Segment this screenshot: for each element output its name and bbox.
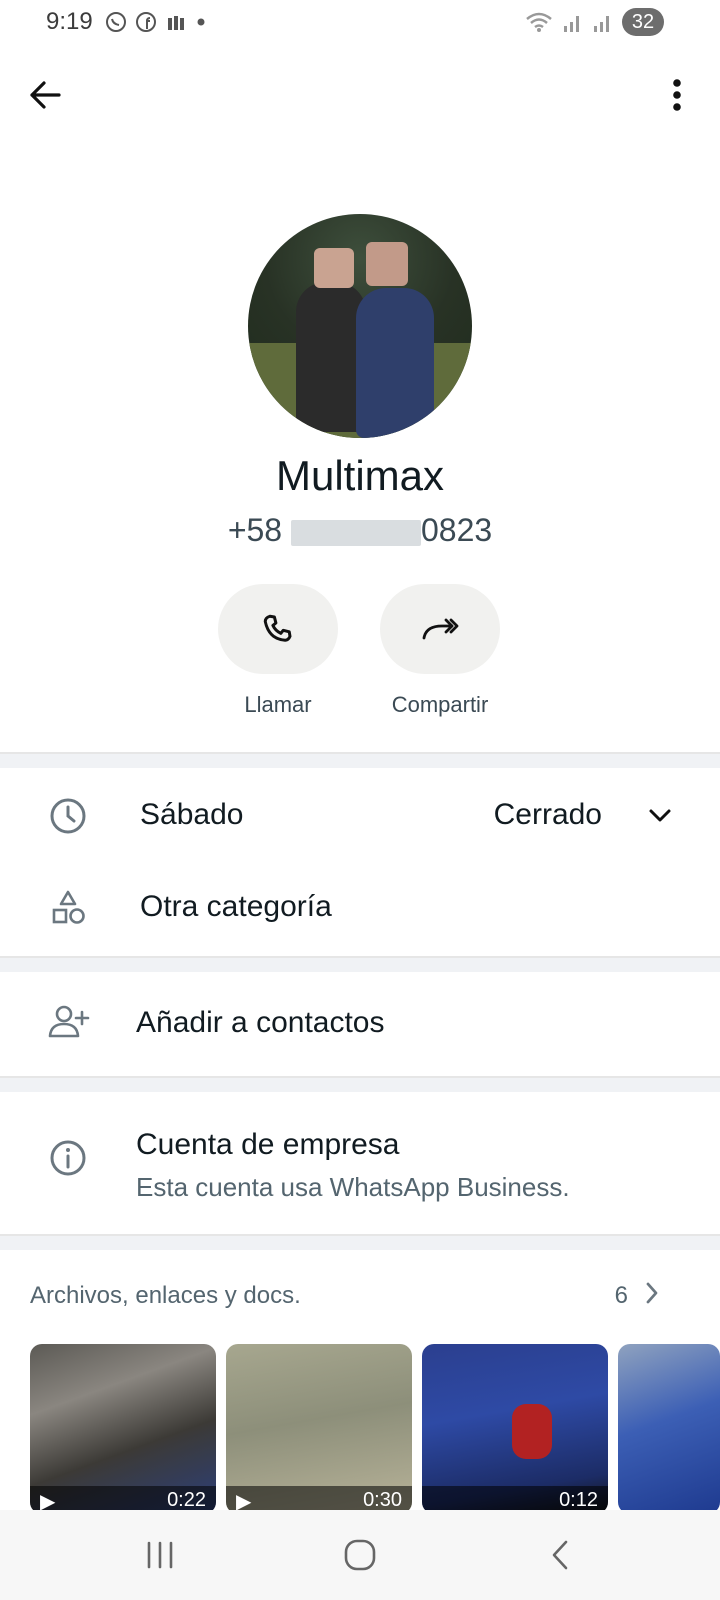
media-thumbnail[interactable]: ▶ 0:22: [30, 1344, 216, 1514]
call-action[interactable]: Llamar: [218, 584, 338, 718]
blurred-face: [366, 242, 408, 286]
add-contact-label: Añadir a contactos: [136, 1006, 385, 1039]
blurred-face: [314, 248, 354, 288]
section-divider: [0, 956, 720, 972]
section-divider: [0, 1076, 720, 1092]
hours-day: Sábado: [140, 798, 244, 831]
signal-icon: [594, 16, 609, 32]
phone-suffix: 0823: [420, 512, 493, 548]
phone-prefix: +58: [227, 512, 283, 548]
phone-redacted: [290, 519, 421, 546]
system-navigation-bar: [0, 1510, 720, 1600]
chevron-right-icon[interactable]: [638, 1278, 666, 1308]
signal-icon: [564, 16, 579, 32]
back-button[interactable]: [22, 72, 68, 118]
share-button[interactable]: [380, 584, 500, 674]
notification-icons: [104, 10, 208, 34]
profile-photo[interactable]: [248, 214, 472, 438]
section-divider: [0, 752, 720, 768]
home-icon[interactable]: [330, 1532, 390, 1578]
recent-apps-icon[interactable]: [130, 1532, 190, 1578]
shapes-icon: [46, 886, 90, 930]
forward-icon: [422, 618, 459, 640]
media-thumbnail[interactable]: [618, 1344, 720, 1514]
share-label: Compartir: [391, 692, 489, 717]
status-time: 9:19: [46, 8, 93, 35]
business-account-subtitle: Esta cuenta usa WhatsApp Business.: [136, 1172, 570, 1202]
business-account-title: Cuenta de empresa: [136, 1128, 400, 1161]
more-vertical-icon: [673, 79, 681, 111]
app-bar: [0, 60, 720, 130]
info-icon: [46, 1136, 90, 1180]
contact-name: Multimax: [275, 452, 445, 499]
section-divider: [0, 1234, 720, 1250]
more-options-button[interactable]: [662, 72, 692, 118]
category-row: Otra categoría: [0, 866, 720, 948]
system-icons: 32: [524, 8, 664, 36]
photo-person: [356, 288, 434, 438]
arrow-left-icon: [30, 81, 61, 109]
hours-status: Cerrado: [493, 798, 602, 831]
dot-icon: [197, 18, 205, 26]
business-hours-row[interactable]: Sábado Cerrado: [0, 772, 720, 860]
media-thumbnail[interactable]: 0:12: [422, 1344, 608, 1514]
car-taillight: [512, 1404, 552, 1459]
nav-back-icon[interactable]: [530, 1532, 590, 1578]
tools-icon: [168, 16, 184, 30]
media-thumbnails: ▶ 0:22 ▶ 0:30 0:12: [30, 1344, 720, 1514]
share-action[interactable]: Compartir: [380, 584, 500, 718]
facebook-icon: [136, 12, 156, 32]
contact-phone: +58 0823: [0, 512, 720, 549]
media-thumbnail[interactable]: ▶ 0:30: [226, 1344, 412, 1514]
call-button[interactable]: [218, 584, 338, 674]
person-add-icon: [46, 1000, 90, 1044]
battery-indicator: 32: [622, 8, 664, 36]
chevron-down-icon[interactable]: [646, 802, 674, 830]
whatsapp-icon: [106, 12, 126, 32]
phone-icon: [263, 614, 292, 642]
clock-icon: [46, 794, 90, 838]
call-label: Llamar: [244, 692, 312, 717]
media-count[interactable]: 6: [615, 1282, 628, 1310]
status-bar: 9:19 32: [0, 0, 720, 46]
media-section-title[interactable]: Archivos, enlaces y docs.: [30, 1282, 301, 1310]
category-label: Otra categoría: [140, 890, 332, 923]
wifi-icon: [526, 12, 552, 32]
business-account-row[interactable]: Cuenta de empresa Esta cuenta usa WhatsA…: [0, 1094, 720, 1224]
add-contact-row[interactable]: Añadir a contactos: [0, 974, 720, 1074]
